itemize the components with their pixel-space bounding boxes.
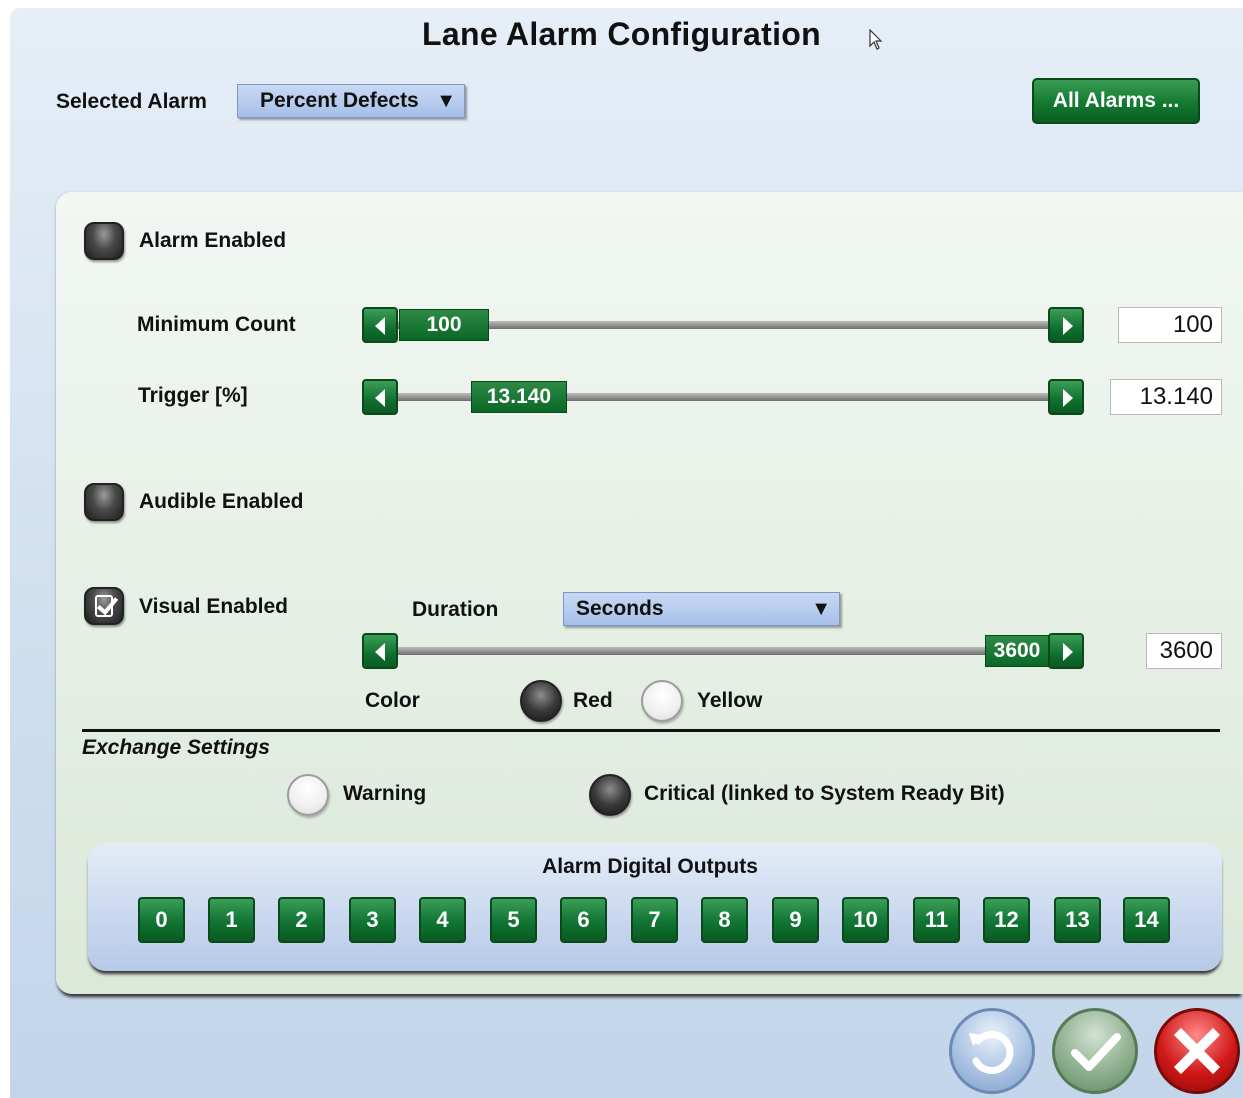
digital-output-button-3[interactable]: 3	[349, 897, 396, 943]
checkmark-icon	[95, 595, 113, 617]
selected-alarm-dropdown[interactable]: Percent Defects ▼	[237, 84, 465, 118]
warning-radio[interactable]	[287, 774, 329, 816]
digital-output-button-7[interactable]: 7	[631, 897, 678, 943]
visual-enabled-checkbox[interactable]	[84, 587, 124, 625]
undo-button[interactable]	[949, 1008, 1035, 1094]
selected-alarm-label: Selected Alarm	[56, 90, 207, 113]
all-alarms-button[interactable]: All Alarms ...	[1032, 78, 1200, 124]
checkmark-icon	[1071, 1033, 1121, 1071]
undo-icon	[969, 1031, 1014, 1074]
color-yellow-label: Yellow	[697, 689, 763, 712]
alarm-digital-outputs-panel: Alarm Digital Outputs 0 1 2 3 4 5 6 7 8 …	[88, 843, 1222, 971]
digital-output-button-9[interactable]: 9	[772, 897, 819, 943]
dialog-title: Lane Alarm Configuration	[422, 16, 821, 52]
digital-output-button-2[interactable]: 2	[278, 897, 325, 943]
alarm-enabled-checkbox[interactable]	[84, 222, 124, 260]
cancel-button[interactable]	[1154, 1008, 1240, 1094]
mouse-cursor-icon	[869, 29, 883, 50]
trigger-increment-button[interactable]	[1048, 379, 1084, 415]
duration-increment-button[interactable]	[1048, 633, 1084, 669]
duration-label: Duration	[412, 598, 499, 621]
selected-alarm-value: Percent Defects	[260, 89, 419, 112]
digital-output-button-4[interactable]: 4	[419, 897, 466, 943]
digital-output-button-1[interactable]: 1	[208, 897, 255, 943]
color-red-label: Red	[573, 689, 613, 712]
duration-slider-thumb[interactable]: 3600	[985, 635, 1049, 667]
duration-slider-track[interactable]	[396, 647, 1052, 655]
warning-label: Warning	[343, 782, 427, 805]
ok-button[interactable]	[1052, 1008, 1138, 1094]
digital-output-button-14[interactable]: 14	[1123, 897, 1170, 943]
alarm-enabled-label: Alarm Enabled	[139, 229, 287, 252]
minimum-count-label: Minimum Count	[137, 313, 296, 336]
digital-output-button-6[interactable]: 6	[560, 897, 607, 943]
trigger-label: Trigger [%]	[138, 384, 248, 407]
minimum-count-increment-button[interactable]	[1048, 307, 1084, 343]
digital-output-button-5[interactable]: 5	[490, 897, 537, 943]
digital-output-button-8[interactable]: 8	[701, 897, 748, 943]
digital-output-button-12[interactable]: 12	[983, 897, 1030, 943]
trigger-slider-thumb[interactable]: 13.140	[471, 381, 567, 413]
trigger-decrement-button[interactable]	[362, 379, 398, 415]
minimum-count-slider-track[interactable]	[396, 321, 1052, 329]
audible-enabled-checkbox[interactable]	[84, 483, 124, 521]
section-divider	[82, 729, 1220, 732]
critical-label: Critical (linked to System Ready Bit)	[644, 782, 1005, 805]
digital-output-button-13[interactable]: 13	[1054, 897, 1101, 943]
duration-value-field[interactable]: 3600	[1146, 633, 1222, 669]
dropdown-arrow-icon: ▼	[811, 598, 831, 620]
duration-unit-value: Seconds	[576, 597, 664, 620]
minimum-count-slider-thumb[interactable]: 100	[399, 309, 489, 341]
minimum-count-value-field[interactable]: 100	[1118, 307, 1222, 343]
exchange-settings-heading: Exchange Settings	[82, 736, 270, 759]
critical-radio[interactable]	[589, 774, 631, 816]
duration-decrement-button[interactable]	[362, 633, 398, 669]
close-icon	[1173, 1027, 1221, 1075]
color-label: Color	[365, 689, 420, 712]
color-yellow-radio[interactable]	[641, 680, 683, 722]
duration-unit-dropdown[interactable]: Seconds ▼	[563, 592, 840, 626]
audible-enabled-label: Audible Enabled	[139, 490, 304, 513]
trigger-value-field[interactable]: 13.140	[1110, 379, 1222, 415]
dropdown-arrow-icon: ▼	[436, 90, 456, 112]
digital-output-button-10[interactable]: 10	[842, 897, 889, 943]
visual-enabled-label: Visual Enabled	[139, 595, 288, 618]
digital-output-button-11[interactable]: 11	[913, 897, 960, 943]
color-red-radio[interactable]	[520, 680, 562, 722]
digital-output-button-0[interactable]: 0	[138, 897, 185, 943]
alarm-digital-outputs-title: Alarm Digital Outputs	[542, 855, 758, 878]
minimum-count-decrement-button[interactable]	[362, 307, 398, 343]
